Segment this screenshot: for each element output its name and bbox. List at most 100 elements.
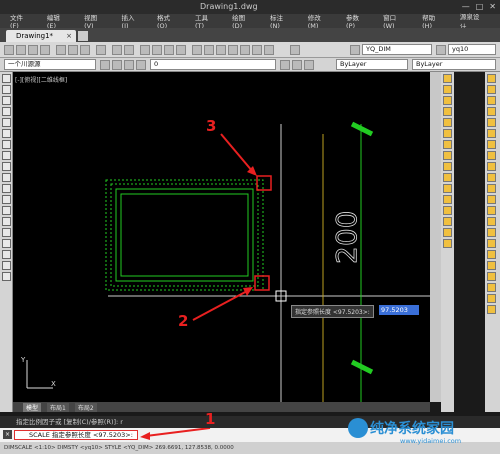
calculator-icon[interactable] (252, 45, 262, 55)
layer-previous-icon[interactable] (292, 60, 302, 70)
plugin-tool-3-icon[interactable] (487, 96, 496, 105)
tab-layout2[interactable]: 布局2 (74, 402, 97, 412)
plugin-tool-21-icon[interactable] (487, 294, 496, 303)
offset-icon[interactable] (443, 107, 452, 116)
tab-model[interactable]: 模型 (23, 402, 42, 412)
print-icon[interactable] (40, 45, 50, 55)
zoom-window-icon[interactable] (164, 45, 174, 55)
plugin-tool-13-icon[interactable] (487, 206, 496, 215)
properties-icon[interactable] (192, 45, 202, 55)
pan-icon[interactable] (140, 45, 150, 55)
plugin-tool-15-icon[interactable] (487, 228, 496, 237)
markup-icon[interactable] (240, 45, 250, 55)
layer-match-icon[interactable] (304, 60, 314, 70)
layer-properties-icon[interactable] (100, 60, 110, 70)
dim-style-icon[interactable] (350, 45, 360, 55)
point-icon[interactable] (2, 217, 11, 226)
ellipse-icon[interactable] (2, 173, 11, 182)
polygon-icon[interactable] (2, 107, 11, 116)
match-icon[interactable] (96, 45, 106, 55)
open-icon[interactable] (16, 45, 26, 55)
plugin-tool-18-icon[interactable] (487, 261, 496, 270)
make-block-icon[interactable] (2, 206, 11, 215)
ellipse-arc-icon[interactable] (2, 184, 11, 193)
plugin-tool-12-icon[interactable] (487, 195, 496, 204)
tab-drawing1[interactable]: Drawing1* × (6, 30, 76, 42)
copy-object-icon[interactable] (443, 85, 452, 94)
join-icon[interactable] (443, 206, 452, 215)
text-style-icon[interactable] (290, 45, 300, 55)
break-icon[interactable] (443, 195, 452, 204)
table-icon[interactable] (2, 261, 11, 270)
textstyle-combo[interactable]: yq10 (448, 44, 496, 55)
plugin-tool-6-icon[interactable] (487, 129, 496, 138)
plugin-tool-11-icon[interactable] (487, 184, 496, 193)
zoom-prev-icon[interactable] (176, 45, 186, 55)
dimstyle-combo[interactable]: YQ_DIM (362, 44, 432, 55)
help-icon[interactable] (264, 45, 274, 55)
rotate-icon[interactable] (443, 140, 452, 149)
plugin-tool-10-icon[interactable] (487, 173, 496, 182)
plugin-tool-4-icon[interactable] (487, 107, 496, 116)
line-icon[interactable] (2, 74, 11, 83)
tool-palette-icon[interactable] (216, 45, 226, 55)
minimize-icon[interactable]: — (462, 2, 470, 11)
stretch-icon[interactable] (443, 162, 452, 171)
zoom-icon[interactable] (152, 45, 162, 55)
plugin-tool-5-icon[interactable] (487, 118, 496, 127)
move-icon[interactable] (443, 129, 452, 138)
array-icon[interactable] (443, 118, 452, 127)
layer-lock-icon[interactable] (136, 60, 146, 70)
make-current-icon[interactable] (280, 60, 290, 70)
rectangle-icon[interactable] (2, 118, 11, 127)
rectangle-4[interactable] (120, 193, 249, 277)
plugin-tool-20-icon[interactable] (487, 283, 496, 292)
chamfer-icon[interactable] (443, 217, 452, 226)
rectangle-2[interactable] (110, 183, 259, 287)
plugin-tool-14-icon[interactable] (487, 217, 496, 226)
plugin-tool-1-icon[interactable] (487, 74, 496, 83)
mtext-icon[interactable] (2, 272, 11, 281)
undo-icon[interactable] (112, 45, 122, 55)
save-icon[interactable] (28, 45, 38, 55)
drawing-canvas[interactable]: [-][俯视][二维线框] 200 Y X 3 2 指定参照长度 <97.520… (13, 72, 430, 402)
spline-icon[interactable] (2, 162, 11, 171)
plugin-tool-19-icon[interactable] (487, 272, 496, 281)
linetype-combo[interactable]: ByLayer (412, 59, 496, 70)
construction-line-icon[interactable] (2, 85, 11, 94)
dynamic-input-field[interactable]: 97.5203 (379, 305, 419, 315)
new-tab-button[interactable] (78, 31, 88, 41)
plugin-tool-9-icon[interactable] (487, 162, 496, 171)
rectangle-3[interactable] (115, 188, 254, 282)
color-combo[interactable]: ByLayer (336, 59, 408, 70)
fillet-icon[interactable] (443, 228, 452, 237)
explode-icon[interactable] (443, 239, 452, 248)
insert-block-icon[interactable] (2, 195, 11, 204)
layer-freeze-icon[interactable] (124, 60, 134, 70)
extend-icon[interactable] (443, 184, 452, 193)
new-icon[interactable] (4, 45, 14, 55)
plugin-tool-8-icon[interactable] (487, 151, 496, 160)
scale-icon[interactable] (443, 151, 452, 160)
trim-icon[interactable] (443, 173, 452, 182)
close-tab-icon[interactable]: × (66, 30, 72, 42)
revcloud-icon[interactable] (2, 151, 11, 160)
design-center-icon[interactable] (204, 45, 214, 55)
outer-rectangle[interactable] (105, 179, 264, 291)
plugin-tool-7-icon[interactable] (487, 140, 496, 149)
cut-icon[interactable] (56, 45, 66, 55)
table-style-icon[interactable] (436, 45, 446, 55)
region-icon[interactable] (2, 250, 11, 259)
layer-combo[interactable]: 0 (150, 59, 276, 70)
paste-icon[interactable] (80, 45, 90, 55)
circle-icon[interactable] (2, 140, 11, 149)
layer-state-combo[interactable]: 一个川源源 (4, 59, 96, 70)
layer-on-icon[interactable] (112, 60, 122, 70)
plugin-tool-2-icon[interactable] (487, 85, 496, 94)
plugin-tool-16-icon[interactable] (487, 239, 496, 248)
arc-icon[interactable] (2, 129, 11, 138)
redo-icon[interactable] (124, 45, 134, 55)
plugin-tool-17-icon[interactable] (487, 250, 496, 259)
copy-icon[interactable] (68, 45, 78, 55)
tab-layout1[interactable]: 布局1 (47, 402, 69, 412)
